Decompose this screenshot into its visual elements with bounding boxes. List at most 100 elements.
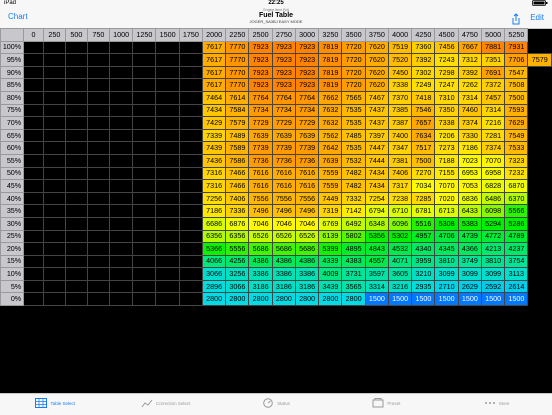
table-cell-empty[interactable] bbox=[86, 254, 110, 269]
table-cell-empty[interactable] bbox=[132, 204, 157, 218]
table-cell[interactable]: 7667 bbox=[457, 40, 482, 55]
table-cell-empty[interactable] bbox=[178, 40, 203, 55]
table-cell[interactable]: 6492 bbox=[341, 216, 366, 231]
table-cell-empty[interactable] bbox=[64, 40, 88, 55]
table-cell-empty[interactable] bbox=[86, 141, 110, 155]
table-cell[interactable]: 4383 bbox=[341, 254, 366, 269]
table-cell-empty[interactable] bbox=[132, 116, 157, 130]
table-cell-empty[interactable] bbox=[64, 179, 88, 193]
table-cell[interactable]: 7332 bbox=[341, 191, 366, 206]
table-cell[interactable]: 7317 bbox=[387, 179, 413, 193]
table-cell[interactable]: 7155 bbox=[434, 166, 459, 181]
table-cell-empty[interactable] bbox=[155, 267, 180, 281]
table-cell-empty[interactable] bbox=[178, 204, 203, 218]
table-cell[interactable]: 7739 bbox=[271, 141, 296, 155]
table-cell[interactable]: 7729 bbox=[294, 116, 320, 130]
table-cell[interactable]: 6713 bbox=[434, 204, 459, 218]
table-cell-empty[interactable] bbox=[155, 229, 180, 244]
table-cell-empty[interactable] bbox=[42, 204, 66, 218]
table-cell[interactable]: 7381 bbox=[387, 153, 413, 168]
table-cell[interactable]: 7046 bbox=[248, 216, 273, 231]
table-cell-empty[interactable] bbox=[178, 78, 203, 92]
table-cell-empty[interactable] bbox=[108, 141, 134, 155]
table-cell[interactable]: 7819 bbox=[318, 40, 343, 55]
table-cell[interactable]: 7464 bbox=[201, 90, 227, 105]
table-cell[interactable]: 7579 bbox=[225, 116, 250, 130]
table-cell[interactable]: 3749 bbox=[457, 254, 482, 269]
table-cell[interactable]: 7584 bbox=[225, 103, 250, 118]
table-cell-empty[interactable] bbox=[64, 166, 88, 181]
table-cell-empty[interactable] bbox=[64, 78, 88, 92]
table-cell[interactable]: 6096 bbox=[387, 216, 413, 231]
table-cell-empty[interactable] bbox=[178, 292, 203, 307]
table-cell[interactable]: 7586 bbox=[225, 153, 250, 168]
table-cell[interactable]: 6139 bbox=[318, 229, 343, 244]
table-cell[interactable]: 3605 bbox=[387, 267, 413, 281]
table-cell[interactable]: 5308 bbox=[434, 216, 459, 231]
table-cell[interactable]: 7310 bbox=[434, 90, 459, 105]
table-cell[interactable]: 7437 bbox=[364, 116, 389, 130]
table-cell[interactable]: 7556 bbox=[248, 191, 273, 206]
table-cell[interactable]: 7729 bbox=[271, 116, 296, 130]
table-cell[interactable]: 7819 bbox=[318, 78, 343, 92]
table-cell[interactable]: 4066 bbox=[201, 254, 227, 269]
table-cell[interactable]: 2800 bbox=[225, 292, 250, 307]
table-cell-empty[interactable] bbox=[132, 267, 157, 281]
table-cell[interactable]: 7347 bbox=[387, 141, 413, 155]
table-cell[interactable]: 7466 bbox=[225, 179, 250, 193]
table-cell-empty[interactable] bbox=[132, 141, 157, 155]
table-cell[interactable]: 7450 bbox=[387, 65, 413, 80]
table-cell[interactable]: 4772 bbox=[480, 229, 506, 244]
table-cell[interactable]: 4340 bbox=[411, 242, 436, 256]
table-cell[interactable]: 7720 bbox=[341, 78, 366, 92]
table-cell[interactable]: 7923 bbox=[271, 40, 296, 55]
share-icon[interactable] bbox=[510, 12, 522, 25]
table-cell[interactable]: 3314 bbox=[364, 279, 389, 294]
table-cell[interactable]: 1500 bbox=[364, 292, 389, 307]
table-cell[interactable]: 3099 bbox=[480, 267, 506, 281]
table-cell-empty[interactable] bbox=[23, 153, 44, 168]
table-cell[interactable]: 7559 bbox=[318, 179, 343, 193]
table-cell[interactable]: 7532 bbox=[341, 153, 366, 168]
table-cell[interactable]: 7449 bbox=[318, 191, 343, 206]
table-cell[interactable]: 7620 bbox=[364, 53, 389, 67]
table-cell[interactable]: 7372 bbox=[480, 78, 506, 92]
table-cell[interactable]: 2935 bbox=[411, 279, 436, 294]
table-cell-empty[interactable] bbox=[178, 128, 203, 143]
table-cell[interactable]: 3099 bbox=[457, 267, 482, 281]
tab-preset[interactable]: Preset bbox=[331, 394, 441, 415]
table-cell[interactable]: 7556 bbox=[294, 191, 320, 206]
table-cell[interactable]: 5302 bbox=[387, 229, 413, 244]
table-cell-empty[interactable] bbox=[108, 90, 134, 105]
table-cell-empty[interactable] bbox=[132, 153, 157, 168]
table-cell[interactable]: 4237 bbox=[504, 242, 529, 256]
table-cell-empty[interactable] bbox=[23, 242, 44, 256]
table-cell-empty[interactable] bbox=[178, 254, 203, 269]
table-cell[interactable]: 7374 bbox=[457, 116, 482, 130]
table-cell-empty[interactable] bbox=[23, 78, 44, 92]
table-cell[interactable]: 7370 bbox=[387, 90, 413, 105]
table-cell[interactable]: 7923 bbox=[271, 53, 296, 67]
table-cell-empty[interactable] bbox=[64, 267, 88, 281]
table-cell-empty[interactable] bbox=[108, 40, 134, 55]
table-cell-empty[interactable] bbox=[23, 40, 44, 55]
table-cell-empty[interactable] bbox=[86, 204, 110, 218]
table-cell-empty[interactable] bbox=[155, 103, 180, 118]
table-cell[interactable]: 6794 bbox=[364, 204, 389, 218]
table-cell[interactable]: 7616 bbox=[248, 179, 273, 193]
table-cell-empty[interactable] bbox=[42, 229, 66, 244]
table-cell-empty[interactable] bbox=[23, 65, 44, 80]
table-cell[interactable]: 7706 bbox=[504, 53, 529, 67]
table-cell[interactable]: 7923 bbox=[248, 65, 273, 80]
table-cell-empty[interactable] bbox=[42, 78, 66, 92]
table-cell[interactable]: 4557 bbox=[364, 254, 389, 269]
tab-correction-select[interactable]: Correction Select bbox=[110, 394, 220, 415]
table-cell[interactable]: 7770 bbox=[225, 53, 250, 67]
table-cell[interactable]: 7281 bbox=[480, 128, 506, 143]
edit-button[interactable]: Edit bbox=[530, 13, 544, 22]
table-cell-empty[interactable] bbox=[23, 90, 44, 105]
table-cell-empty[interactable] bbox=[23, 166, 44, 181]
table-cell[interactable]: 1500 bbox=[457, 292, 482, 307]
table-cell-empty[interactable] bbox=[42, 179, 66, 193]
table-cell[interactable]: 7546 bbox=[411, 103, 436, 118]
